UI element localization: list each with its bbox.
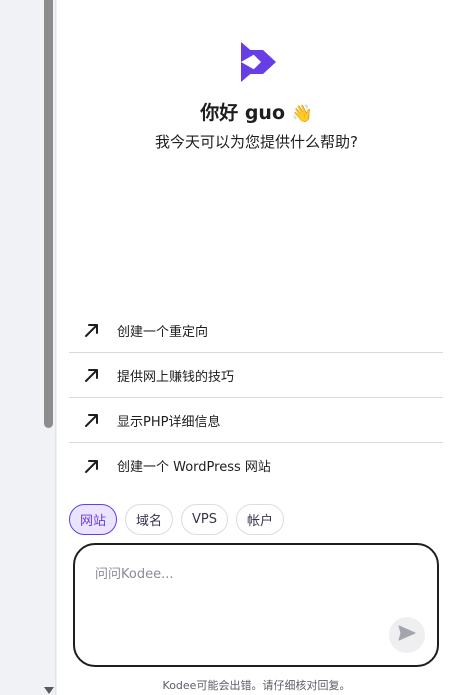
chip-vps[interactable]: VPS (181, 504, 229, 535)
message-input[interactable] (95, 563, 385, 623)
scrollbar-thumb[interactable] (44, 0, 53, 428)
suggestion-label: 创建一个重定向 (117, 324, 209, 340)
left-strip (0, 0, 42, 695)
message-input-box (73, 543, 439, 667)
scroll-down-arrow-icon[interactable] (44, 687, 54, 694)
greeting-text: 你好 guo (200, 102, 285, 124)
disclaimer-text: Kodee可能会出错。请仔细核对回复。 (162, 679, 351, 692)
kodee-logo-icon (239, 42, 277, 82)
suggestion-php-info[interactable]: 显示PHP详细信息 (69, 398, 443, 443)
arrow-up-right-icon (81, 409, 103, 431)
chip-domain[interactable]: 域名 (125, 504, 174, 535)
suggestion-list: 创建一个重定向 提供网上赚钱的技巧 显示PHP详细信息 创建一个 WordPre… (69, 308, 443, 488)
arrow-up-right-icon (81, 364, 103, 386)
greeting-subtitle: 我今天可以为您提供什么帮助? (155, 133, 358, 151)
arrow-up-right-icon (81, 319, 103, 341)
scrollbar[interactable] (42, 0, 56, 695)
topic-chips: 网站 域名 VPS 帐户 (69, 504, 285, 535)
chip-website[interactable]: 网站 (69, 504, 118, 535)
waving-hand-icon: 👋 (291, 104, 313, 124)
send-icon (398, 624, 416, 646)
suggestion-label: 提供网上赚钱的技巧 (117, 369, 235, 385)
suggestion-label: 显示PHP详细信息 (117, 414, 221, 430)
suggestion-label: 创建一个 WordPress 网站 (117, 460, 271, 475)
send-button[interactable] (389, 617, 425, 653)
chip-account[interactable]: 帐户 (236, 504, 285, 535)
suggestion-earn-money-tips[interactable]: 提供网上赚钱的技巧 (69, 353, 443, 398)
suggestion-create-redirect[interactable]: 创建一个重定向 (69, 308, 443, 353)
greeting-heading: 你好 guo 👋 (57, 98, 456, 125)
arrow-up-right-icon (81, 455, 103, 477)
chat-panel: 你好 guo 👋 我今天可以为您提供什么帮助? 创建一个重定向 提供网上赚钱的技… (57, 0, 456, 695)
suggestion-create-wordpress[interactable]: 创建一个 WordPress 网站 (69, 443, 443, 488)
